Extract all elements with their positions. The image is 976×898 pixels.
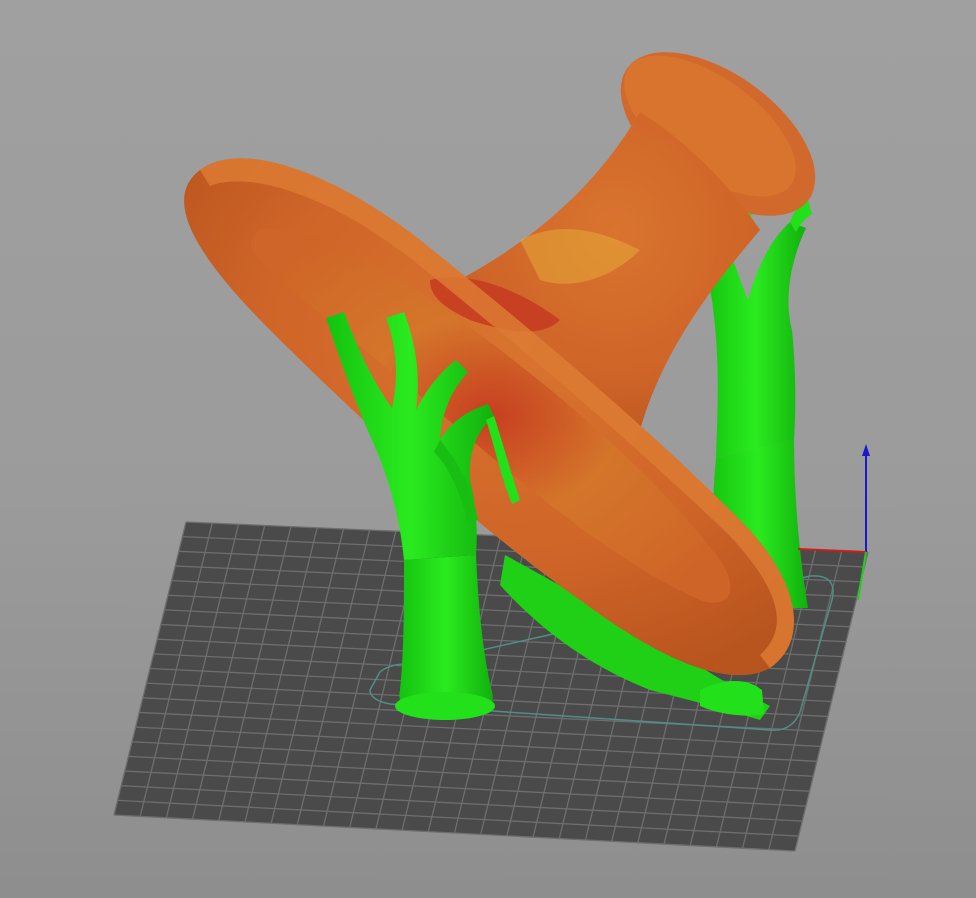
- scene-canvas[interactable]: [0, 0, 976, 898]
- 3d-viewport[interactable]: [0, 0, 976, 898]
